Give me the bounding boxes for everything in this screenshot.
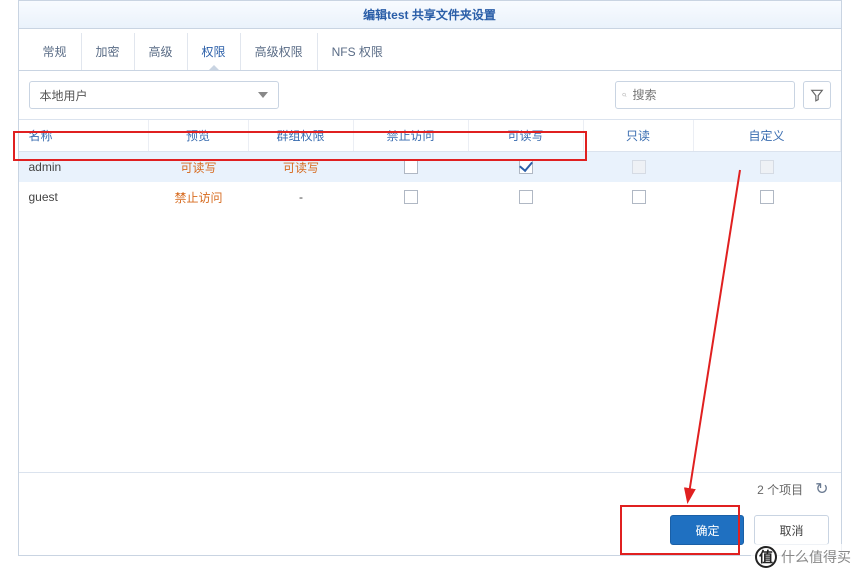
watermark-text: 什么值得买 [781, 547, 851, 567]
checkbox-custom[interactable] [760, 190, 774, 204]
col-preview[interactable]: 预览 [149, 120, 249, 151]
refresh-icon[interactable]: ↻ [815, 479, 828, 499]
checkbox-rw[interactable] [519, 190, 533, 204]
tab-bar: 常规 加密 高级 权限 高级权限 NFS 权限 [19, 29, 841, 71]
search-input[interactable] [633, 88, 788, 102]
watermark: 值 什么值得买 [751, 544, 855, 570]
col-name[interactable]: 名称 [19, 120, 149, 151]
col-group[interactable]: 群组权限 [249, 120, 354, 151]
funnel-icon [810, 88, 824, 102]
dropdown-value: 本地用户 [40, 87, 88, 104]
tab-adv-permissions[interactable]: 高级权限 [241, 33, 318, 70]
cell-group: - [249, 190, 354, 204]
tab-advanced[interactable]: 高级 [135, 33, 188, 70]
checkbox-deny[interactable] [404, 190, 418, 204]
checkbox-ro[interactable] [632, 160, 646, 174]
checkbox-ro[interactable] [632, 190, 646, 204]
checkbox-deny[interactable] [404, 160, 418, 174]
user-type-dropdown[interactable]: 本地用户 [29, 81, 279, 109]
table-header: 名称 预览 群组权限 禁止访问 可读写 只读 自定义 [19, 119, 841, 152]
search-icon [622, 88, 627, 102]
search-box[interactable] [615, 81, 795, 109]
filter-button[interactable] [803, 81, 831, 109]
watermark-icon: 值 [755, 546, 777, 568]
ok-button[interactable]: 确定 [670, 515, 744, 545]
table-row[interactable]: guest 禁止访问 - [19, 182, 841, 212]
tab-permissions[interactable]: 权限 [188, 33, 241, 70]
table-body: admin 可读写 可读写 guest 禁止访问 - [19, 152, 841, 472]
chevron-down-icon [258, 92, 268, 98]
col-custom[interactable]: 自定义 [694, 120, 841, 151]
col-ro[interactable]: 只读 [584, 120, 694, 151]
tab-nfs[interactable]: NFS 权限 [318, 33, 397, 70]
checkbox-rw[interactable] [519, 160, 533, 174]
col-deny[interactable]: 禁止访问 [354, 120, 469, 151]
table-row[interactable]: admin 可读写 可读写 [19, 152, 841, 182]
tab-encryption[interactable]: 加密 [82, 33, 135, 70]
cell-preview: 禁止访问 [149, 189, 249, 206]
col-rw[interactable]: 可读写 [469, 120, 584, 151]
item-count: 2 个项目 [757, 481, 803, 498]
cell-name: admin [19, 160, 149, 174]
checkbox-custom[interactable] [760, 160, 774, 174]
cancel-button[interactable]: 取消 [754, 515, 828, 545]
tab-general[interactable]: 常规 [29, 33, 82, 70]
cell-group: 可读写 [249, 159, 354, 176]
cell-preview: 可读写 [149, 159, 249, 176]
dialog-title: 编辑test 共享文件夹设置 [19, 1, 841, 29]
cell-name: guest [19, 190, 149, 204]
